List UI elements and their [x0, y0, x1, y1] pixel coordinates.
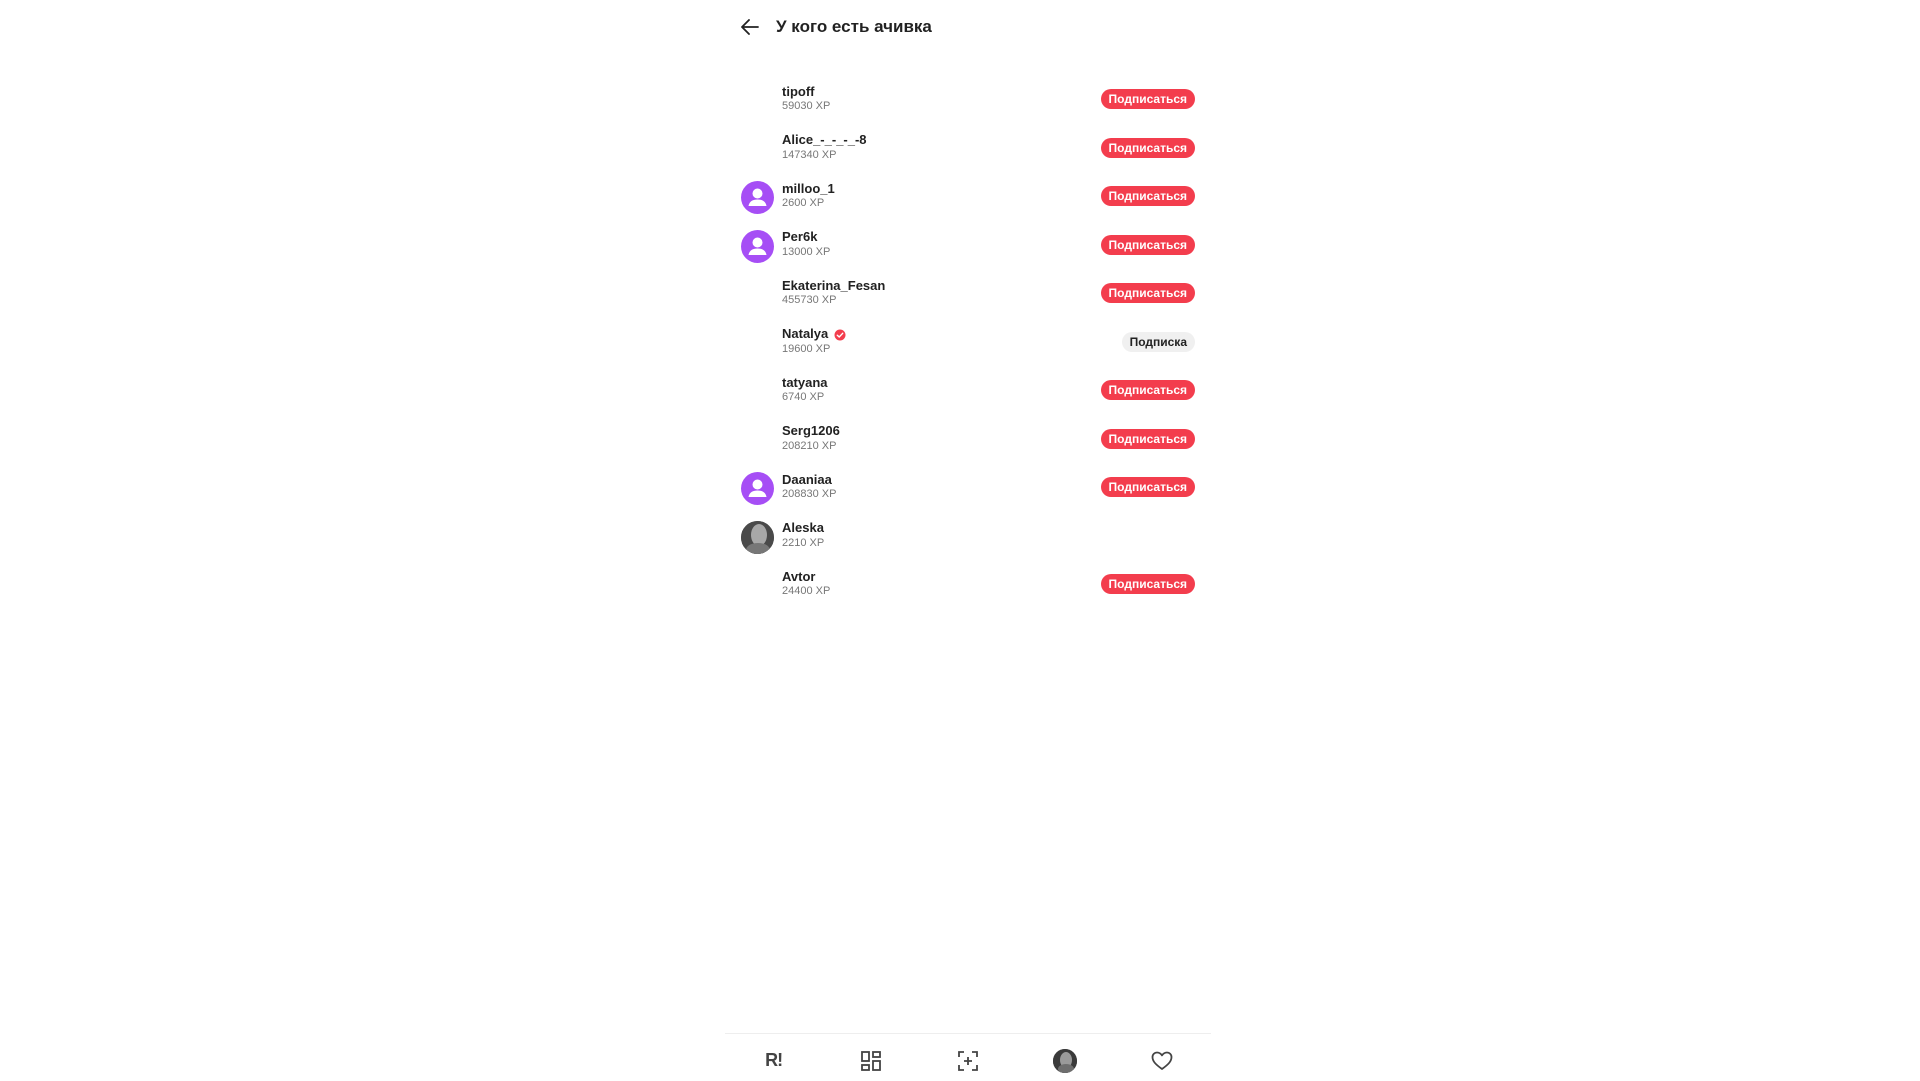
user-name[interactable]: Aleska [782, 520, 824, 535]
bottom-nav: R! [725, 1033, 1211, 1081]
logo-icon: R! [765, 1050, 783, 1070]
default-user-icon [741, 229, 774, 263]
user-xp: 24400 XP [782, 585, 831, 597]
user-name-line: Daaniaa [782, 471, 836, 487]
user-avatar [741, 375, 774, 408]
user-avatar [741, 84, 774, 117]
user-name-line: Natalya [782, 326, 846, 342]
user-name[interactable]: Per6k [782, 229, 817, 244]
user-avatar [741, 133, 774, 166]
user-row[interactable]: Per6k 13000 XP Подписаться [725, 224, 1211, 273]
user-row[interactable]: Avtor 24400 XP Подписаться [725, 563, 1211, 612]
header: У кого есть ачивка [725, 0, 1211, 55]
user-xp: 59030 XP [782, 100, 831, 112]
user-row[interactable]: Aleska 2210 XP [725, 515, 1211, 564]
back-button[interactable] [737, 14, 763, 40]
follow-button[interactable]: Подписаться [1100, 380, 1195, 400]
user-avatar [741, 569, 774, 602]
follow-button[interactable]: Подписаться [1100, 234, 1195, 255]
user-info: Alice_-_-_-_-8 147340 XP [782, 132, 867, 161]
user-info: Natalya 19600 XP [782, 326, 846, 355]
follow-button[interactable]: Подписаться [1100, 137, 1195, 158]
user-name[interactable]: tatyana [782, 375, 828, 390]
default-user-icon [741, 181, 774, 214]
user-info: Aleska 2210 XP [782, 520, 824, 549]
user-info: Per6k 13000 XP [782, 229, 830, 258]
nav-add[interactable] [953, 1046, 983, 1076]
user-row[interactable]: tipoff 59030 XP Подписаться [725, 78, 1211, 127]
add-photo-icon [958, 1050, 978, 1071]
follow-button[interactable]: Подписаться [1100, 186, 1195, 206]
user-row[interactable]: Serg1206 208210 XP Подписаться [725, 418, 1211, 467]
user-xp: 208210 XP [782, 439, 837, 452]
nav-home[interactable]: R! [759, 1046, 789, 1076]
user-name-line: Ekaterina_Fesan [782, 277, 885, 293]
user-xp: 6740 XP [782, 391, 825, 403]
user-xp: 208830 XP [782, 488, 837, 500]
user-info: milloo_1 2600 XP [782, 180, 835, 210]
user-list: tipoff 59030 XP Подписаться Alice_-_-_-_-8 1… [725, 78, 1211, 612]
user-name-line: Avtor [782, 568, 830, 584]
profile-avatar [1053, 1048, 1078, 1073]
default-user-icon [741, 472, 774, 505]
follow-button[interactable]: Подписаться [1100, 283, 1195, 303]
user-row[interactable]: milloo_1 2600 XP Подписаться [725, 175, 1211, 224]
following-button[interactable]: Подписка [1121, 331, 1195, 352]
user-name-line: tipoff [782, 83, 830, 99]
user-row[interactable]: Alice_-_-_-_-8 147340 XP Подписаться [725, 127, 1211, 176]
user-name[interactable]: Daaniaa [782, 472, 832, 487]
user-name-line: Aleska [782, 520, 824, 536]
page-title: У кого есть ачивка [776, 17, 932, 36]
user-info: Ekaterina_Fesan 455730 XP [782, 277, 885, 307]
user-row[interactable]: Ekaterina_Fesan 455730 XP Подписаться [725, 272, 1211, 321]
follow-button[interactable]: Подписаться [1100, 574, 1195, 594]
nav-likes[interactable] [1147, 1046, 1177, 1076]
user-info: tipoff 59030 XP [782, 83, 831, 113]
follow-button[interactable]: Подписаться [1100, 89, 1195, 109]
heart-icon [1151, 1051, 1173, 1070]
user-name[interactable]: milloo_1 [782, 181, 835, 196]
app-screen: У кого есть ачивка tipoff 59030 XP Подписа… [725, 0, 1211, 1081]
user-avatar [741, 327, 774, 360]
user-avatar-photo [741, 520, 774, 554]
user-xp: 455730 XP [782, 294, 837, 306]
user-name[interactable]: Avtor [782, 569, 815, 584]
arrow-left-icon [741, 19, 759, 35]
user-name-line: Per6k [782, 229, 830, 245]
user-row[interactable]: tatyana 6740 XP Подписаться [725, 369, 1211, 418]
user-xp: 2210 XP [782, 536, 825, 549]
user-name-line: Alice_-_-_-_-8 [782, 132, 867, 148]
nav-feed[interactable] [856, 1046, 886, 1076]
user-xp: 147340 XP [782, 148, 837, 161]
user-row[interactable]: Daaniaa 208830 XP Подписаться [725, 466, 1211, 515]
user-info: Daaniaa 208830 XP [782, 471, 837, 501]
user-name[interactable]: Serg1206 [782, 423, 840, 438]
user-avatar [741, 278, 774, 311]
user-xp: 19600 XP [782, 342, 831, 355]
user-info: tatyana 6740 XP [782, 374, 828, 404]
user-xp: 13000 XP [782, 245, 831, 258]
user-name-line: Serg1206 [782, 423, 840, 439]
user-name[interactable]: Alice_-_-_-_-8 [782, 132, 867, 147]
follow-button[interactable]: Подписаться [1100, 428, 1195, 449]
user-xp: 2600 XP [782, 197, 825, 209]
user-name[interactable]: Natalya [782, 326, 828, 341]
follow-button[interactable]: Подписаться [1100, 477, 1195, 497]
user-name-line: milloo_1 [782, 180, 835, 196]
user-name[interactable]: tipoff [782, 84, 814, 99]
user-info: Serg1206 208210 XP [782, 423, 840, 452]
user-row[interactable]: Natalya 19600 XP Подписка [725, 321, 1211, 370]
user-info: Avtor 24400 XP [782, 568, 831, 598]
grid-icon [860, 1050, 881, 1071]
user-name[interactable]: Ekaterina_Fesan [782, 278, 885, 293]
verified-badge-icon [834, 328, 846, 340]
user-avatar [741, 424, 774, 457]
user-name-line: tatyana [782, 374, 828, 390]
nav-profile[interactable] [1050, 1046, 1080, 1076]
